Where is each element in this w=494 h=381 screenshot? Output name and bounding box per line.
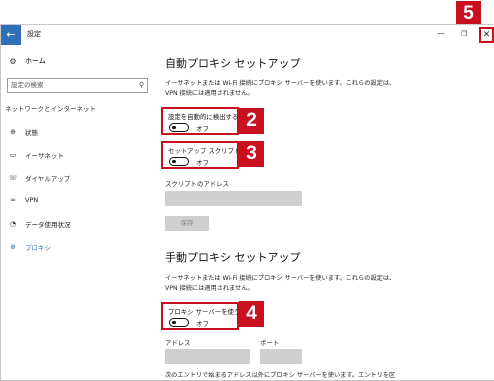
manual-proxy-heading: 手動プロキシ セットアップ [165,251,301,264]
sidebar-item-data-usage[interactable]: ◔ データ使用状況 [7,219,71,229]
sidebar-item-status[interactable]: ⊕ 状態 [7,127,38,137]
auto-proxy-heading: 自動プロキシ セットアップ [165,57,301,70]
close-button[interactable]: ✕ [479,27,494,43]
setup-script-label: セットアップ スクリプトを使う [168,147,238,155]
proxy-port-label: ポート [260,339,280,347]
globe-icon: ⊕ [10,128,16,136]
sidebar-group-title: ネットワークとインターネット [5,105,96,113]
sidebar-item-label: VPN [25,196,39,204]
dialup-icon: ☏ [8,174,18,182]
gear-icon: ⚙ [9,56,17,66]
vpn-icon: ∞ [10,196,16,204]
manual-proxy-description-line2: VPN 接続には適用されません。 [165,285,254,292]
sidebar-item-label: イーサネット [25,152,64,160]
sidebar-item-proxy[interactable]: ⊕ プロキシ [7,242,51,252]
sidebar-item-label: プロキシ [25,244,51,252]
sidebar-item-ethernet[interactable]: ▭ イーサネット [7,150,64,160]
setup-script-toggle[interactable] [169,157,189,166]
callout-badge-4: 4 [239,301,264,327]
save-button[interactable]: 保存 [165,216,209,231]
main-content: 自動プロキシ セットアップ イーサネットまたは Wi-Fi 接続にプロキシ サー… [153,45,494,380]
sidebar: ⚙ ホーム 設定の検索 ⚲ ネットワークとインターネット ⊕ 状態 ▭ イーサネ… [1,45,153,380]
auto-proxy-description-line1: イーサネットまたは Wi-Fi 接続にプロキシ サーバーを使います。これらの設定… [165,80,396,87]
globe-icon: ⊕ [10,243,16,251]
script-address-input[interactable] [165,191,302,206]
use-proxy-group: プロキシ サーバーを使う オフ [161,302,239,330]
sidebar-item-dialup[interactable]: ☏ ダイヤルアップ [7,173,71,183]
use-proxy-toggle[interactable] [169,318,189,327]
search-icon: ⚲ [138,81,144,89]
sidebar-item-label: 状態 [25,129,38,137]
callout-badge-3: 3 [239,141,264,167]
use-proxy-state: オフ [196,320,209,328]
maximize-button[interactable]: ❐ [461,28,467,40]
proxy-port-input[interactable] [260,349,302,364]
detect-settings-label: 設定を自動的に検出する [168,113,238,121]
sidebar-item-label: データ使用状況 [25,221,71,229]
title-bar: ← 設定 — ❐ ✕ [1,25,494,45]
callout-badge-2: 2 [239,108,264,134]
manual-proxy-description-line1: イーサネットまたは Wi-Fi 接続にプロキシ サーバーを使います。これらの設定… [165,275,396,282]
detect-settings-state: オフ [196,125,209,133]
top-margin [0,0,494,24]
use-proxy-label: プロキシ サーバーを使う [168,308,238,316]
sidebar-home[interactable]: ⚙ ホーム [7,56,46,66]
back-button[interactable]: ← [1,25,21,45]
settings-search-input[interactable]: 設定の検索 ⚲ [7,78,148,93]
script-address-label: スクリプトのアドレス [165,180,229,188]
search-placeholder: 設定の検索 [11,81,44,89]
proxy-address-label: アドレス [165,339,191,347]
ethernet-icon: ▭ [9,151,17,159]
detect-settings-toggle[interactable] [169,123,189,132]
proxy-address-input[interactable] [165,349,250,364]
setup-script-state: オフ [196,159,209,167]
detect-settings-group: 設定を自動的に検出する オフ [161,107,239,135]
sidebar-item-label: ダイヤルアップ [25,175,71,183]
sidebar-item-vpn[interactable]: ∞ VPN [7,196,38,204]
auto-proxy-description-line2: VPN 接続には適用されません。 [165,90,254,97]
data-usage-icon: ◔ [9,220,17,228]
minimize-button[interactable]: — [437,28,445,40]
settings-window: ← 設定 — ❐ ✕ ⚙ ホーム 設定の検索 ⚲ ネットワークとインターネット … [0,24,494,381]
sidebar-home-label: ホーム [25,57,46,65]
setup-script-group: セットアップ スクリプトを使う オフ [161,141,239,169]
exceptions-description: 次のエントリで始まるアドレス以外にプロキシ サーバーを使います。エントリを区 [165,372,396,379]
window-title: 設定 [27,30,41,38]
